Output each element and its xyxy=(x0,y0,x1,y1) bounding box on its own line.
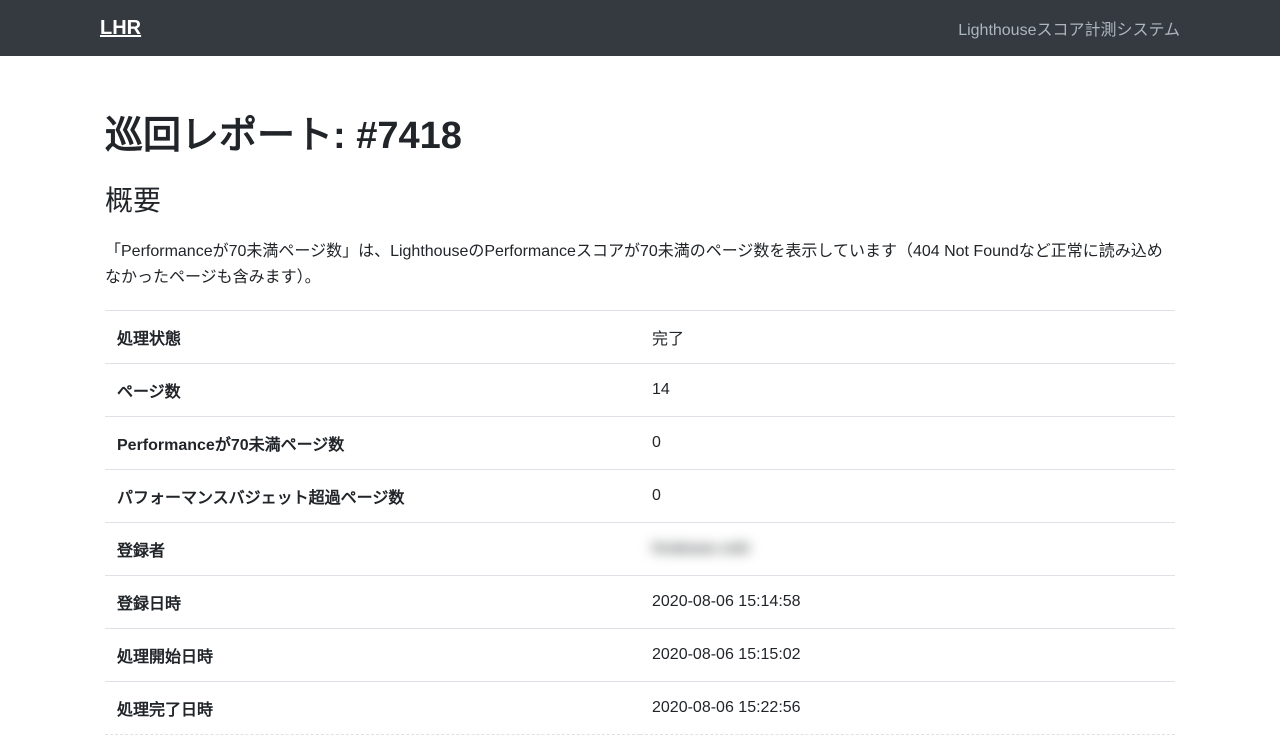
table-row: 登録者hirakawa ooki xyxy=(105,523,1175,576)
row-label: Performanceが70未満ページ数 xyxy=(105,417,640,470)
row-value: 2020-08-06 15:15:02 xyxy=(640,629,1175,682)
row-label: 処理開始日時 xyxy=(105,629,640,682)
table-row: ページ数14 xyxy=(105,364,1175,417)
row-value: 0 xyxy=(640,417,1175,470)
section-title: 概要 xyxy=(105,179,1175,219)
row-value: 2020-08-06 15:22:56 xyxy=(640,682,1175,735)
navbar-brand[interactable]: LHR xyxy=(100,17,141,40)
row-value: 14 xyxy=(640,364,1175,417)
table-row: Performanceが70未満ページ数0 xyxy=(105,417,1175,470)
table-row: 登録日時2020-08-06 15:14:58 xyxy=(105,576,1175,629)
row-label: パフォーマンスバジェット超過ページ数 xyxy=(105,470,640,523)
table-row: 処理開始日時2020-08-06 15:15:02 xyxy=(105,629,1175,682)
row-value: 完了 xyxy=(640,311,1175,364)
table-row: 処理状態完了 xyxy=(105,311,1175,364)
row-value: 2020-08-06 15:14:58 xyxy=(640,576,1175,629)
section-description: 「Performanceが70未満ページ数」は、LighthouseのPerfo… xyxy=(105,239,1175,290)
main-container: 巡回レポート: #7418 概要 「Performanceが70未満ページ数」は… xyxy=(90,104,1190,735)
row-label: 処理状態 xyxy=(105,311,640,364)
page-title: 巡回レポート: #7418 xyxy=(105,104,1175,159)
row-label: 登録者 xyxy=(105,523,640,576)
row-label: ページ数 xyxy=(105,364,640,417)
row-value: hirakawa ooki xyxy=(640,523,1175,576)
row-label: 登録日時 xyxy=(105,576,640,629)
navbar: LHR Lighthouseスコア計測システム xyxy=(0,0,1280,56)
table-row: パフォーマンスバジェット超過ページ数0 xyxy=(105,470,1175,523)
row-value: 0 xyxy=(640,470,1175,523)
row-label: 処理完了日時 xyxy=(105,682,640,735)
table-row: 処理完了日時2020-08-06 15:22:56 xyxy=(105,682,1175,735)
navbar-subtitle: Lighthouseスコア計測システム xyxy=(958,16,1180,40)
summary-table: 処理状態完了ページ数14Performanceが70未満ページ数0パフォーマンス… xyxy=(105,310,1175,735)
